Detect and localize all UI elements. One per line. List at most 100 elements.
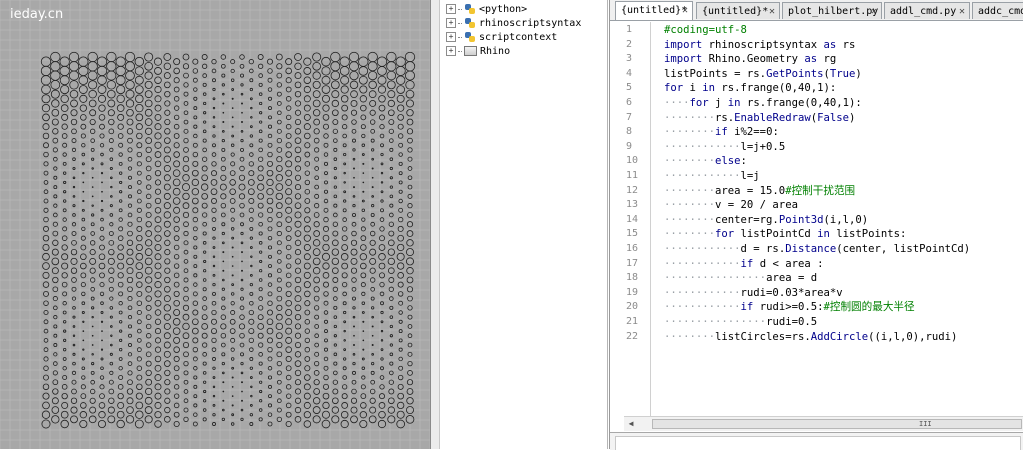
circle-shape[interactable] — [303, 234, 311, 242]
circle-shape[interactable] — [230, 310, 236, 316]
circle-shape[interactable] — [389, 166, 393, 171]
circle-shape[interactable] — [183, 268, 189, 274]
circle-shape[interactable] — [97, 94, 107, 103]
circle-shape[interactable] — [276, 119, 282, 125]
circle-shape[interactable] — [164, 369, 171, 377]
circle-shape[interactable] — [62, 142, 68, 148]
circle-shape[interactable] — [202, 371, 207, 375]
circle-shape[interactable] — [221, 73, 226, 78]
circle-shape[interactable] — [313, 137, 320, 144]
circle-shape[interactable] — [323, 281, 329, 288]
circle-shape[interactable] — [240, 296, 244, 301]
circle-shape[interactable] — [136, 216, 143, 223]
circle-shape[interactable] — [70, 257, 78, 265]
circle-shape[interactable] — [172, 197, 181, 205]
circle-shape[interactable] — [144, 99, 153, 108]
circle-shape[interactable] — [312, 61, 321, 71]
circle-shape[interactable] — [41, 103, 51, 113]
circle-shape[interactable] — [361, 199, 365, 203]
circle-shape[interactable] — [43, 309, 49, 316]
circle-shape[interactable] — [259, 380, 263, 384]
expand-icon[interactable]: + — [446, 18, 456, 28]
circle-shape[interactable] — [164, 128, 171, 135]
circle-shape[interactable] — [43, 151, 49, 158]
circle-shape[interactable] — [285, 336, 293, 344]
circle-shape[interactable] — [119, 329, 123, 333]
circle-shape[interactable] — [62, 291, 68, 297]
circle-shape[interactable] — [389, 343, 393, 347]
circle-shape[interactable] — [182, 183, 190, 192]
rhino-viewport[interactable]: ieday.cn — [0, 0, 430, 449]
circle-shape[interactable] — [63, 190, 67, 194]
circle-shape[interactable] — [72, 204, 76, 208]
circle-shape[interactable] — [183, 82, 189, 88]
circle-shape[interactable] — [202, 129, 207, 134]
circle-shape[interactable] — [43, 170, 49, 176]
circle-shape[interactable] — [303, 225, 311, 233]
circle-shape[interactable] — [212, 87, 216, 92]
circle-shape[interactable] — [352, 370, 356, 375]
circle-shape[interactable] — [231, 246, 234, 249]
circle-shape[interactable] — [340, 419, 349, 429]
circle-shape[interactable] — [108, 267, 115, 274]
circle-shape[interactable] — [163, 192, 171, 200]
circle-shape[interactable] — [359, 253, 367, 261]
circle-shape[interactable] — [219, 183, 227, 191]
circle-shape[interactable] — [183, 398, 189, 404]
circle-shape[interactable] — [212, 394, 216, 398]
circle-shape[interactable] — [343, 199, 347, 203]
circle-shape[interactable] — [351, 119, 357, 125]
circle-shape[interactable] — [221, 83, 225, 87]
circle-shape[interactable] — [117, 392, 124, 400]
circle-shape[interactable] — [107, 89, 116, 99]
circle-shape[interactable] — [192, 421, 198, 427]
circle-shape[interactable] — [250, 264, 253, 268]
circle-shape[interactable] — [221, 231, 225, 236]
circle-shape[interactable] — [258, 342, 264, 348]
circle-shape[interactable] — [43, 300, 49, 306]
circle-shape[interactable] — [211, 152, 217, 157]
circle-shape[interactable] — [258, 361, 263, 366]
circle-shape[interactable] — [87, 51, 98, 63]
circle-shape[interactable] — [303, 262, 311, 270]
circle-shape[interactable] — [348, 51, 360, 63]
circle-shape[interactable] — [210, 188, 218, 196]
circle-shape[interactable] — [343, 310, 347, 315]
circle-shape[interactable] — [377, 419, 387, 429]
circle-shape[interactable] — [257, 183, 265, 191]
circle-shape[interactable] — [303, 420, 312, 428]
circle-shape[interactable] — [250, 116, 253, 119]
circle-shape[interactable] — [42, 243, 50, 251]
circle-shape[interactable] — [312, 80, 321, 89]
circle-shape[interactable] — [63, 338, 67, 342]
circle-shape[interactable] — [183, 351, 189, 358]
circle-shape[interactable] — [285, 327, 293, 335]
circle-shape[interactable] — [172, 169, 181, 177]
circle-shape[interactable] — [321, 56, 331, 67]
circle-shape[interactable] — [62, 301, 67, 306]
circle-shape[interactable] — [323, 300, 329, 306]
circle-shape[interactable] — [380, 208, 384, 213]
circle-shape[interactable] — [377, 85, 387, 94]
circle-shape[interactable] — [314, 351, 320, 357]
circle-shape[interactable] — [109, 204, 113, 208]
circle-shape[interactable] — [258, 231, 263, 236]
circle-shape[interactable] — [332, 230, 339, 237]
circle-shape[interactable] — [192, 68, 199, 74]
circle-shape[interactable] — [164, 109, 171, 116]
circle-shape[interactable] — [229, 328, 236, 334]
circle-shape[interactable] — [50, 89, 60, 99]
circle-shape[interactable] — [137, 180, 142, 185]
circle-shape[interactable] — [106, 61, 117, 72]
circle-shape[interactable] — [371, 325, 374, 328]
circle-shape[interactable] — [312, 109, 321, 117]
circle-shape[interactable] — [201, 54, 208, 60]
circle-shape[interactable] — [275, 192, 284, 201]
circle-shape[interactable] — [61, 281, 68, 288]
circle-shape[interactable] — [134, 56, 145, 67]
circle-shape[interactable] — [71, 370, 77, 375]
circle-shape[interactable] — [249, 125, 253, 129]
circle-shape[interactable] — [342, 366, 347, 371]
circle-shape[interactable] — [99, 282, 105, 288]
circle-shape[interactable] — [342, 217, 347, 222]
